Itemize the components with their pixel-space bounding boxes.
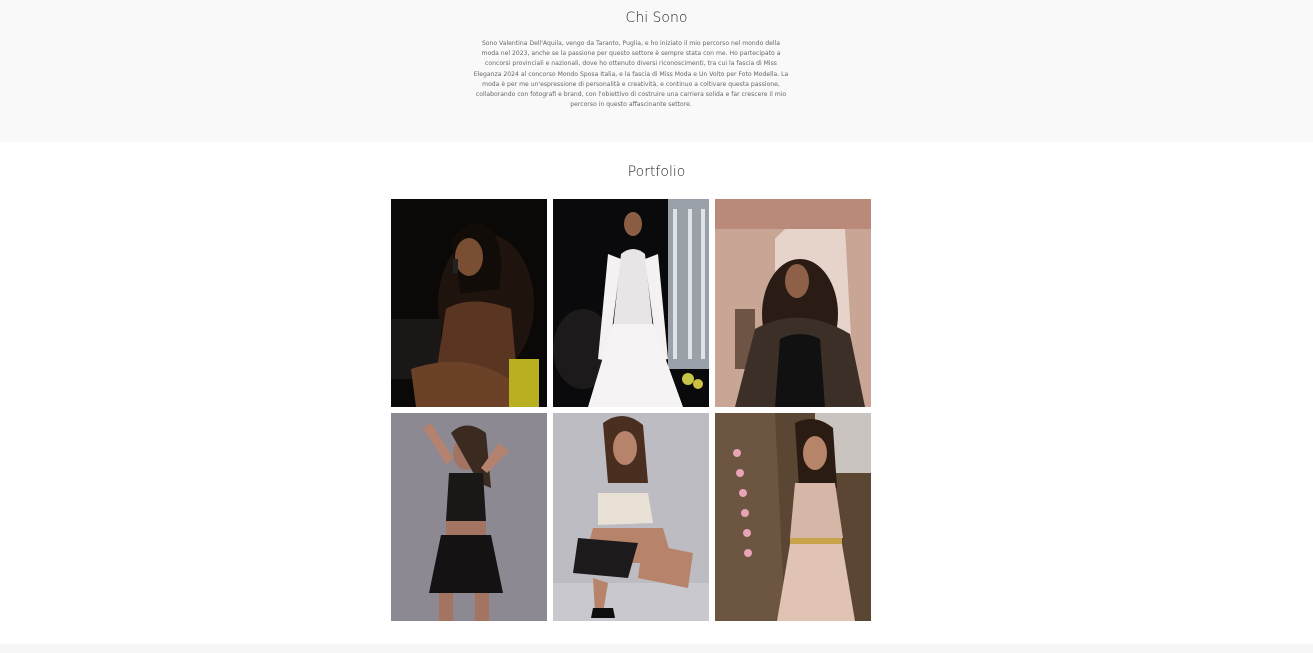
portfolio-section: Portfolio bbox=[0, 142, 1313, 643]
white-bridal-gown-runway-photo bbox=[553, 199, 709, 407]
portfolio-photo-5[interactable] bbox=[553, 413, 709, 621]
pink-sequin-dress-flowers-photo bbox=[715, 413, 871, 621]
crouching-pose-studio-photo bbox=[553, 413, 709, 621]
portfolio-grid bbox=[391, 199, 871, 621]
about-title: Chi Sono bbox=[625, 10, 688, 26]
portfolio-photo-4[interactable] bbox=[391, 413, 547, 621]
about-text: Sono Valentina Dell'Aquila, vengo da Tar… bbox=[473, 40, 789, 109]
portfolio-photo-1[interactable] bbox=[391, 199, 547, 407]
portfolio-photo-2[interactable] bbox=[553, 199, 709, 407]
portfolio-photo-6[interactable] bbox=[715, 413, 871, 621]
woman-on-phone-night-photo bbox=[391, 199, 547, 407]
portfolio-title: Portfolio bbox=[627, 164, 686, 180]
woman-sequin-jacket-arch-photo bbox=[715, 199, 871, 407]
portfolio-photo-3[interactable] bbox=[715, 199, 871, 407]
black-top-skirt-studio-photo bbox=[391, 413, 547, 621]
about-section: Chi Sono Sono Valentina Dell'Aquila, ven… bbox=[0, 0, 1313, 142]
footer-strip bbox=[0, 644, 1313, 653]
